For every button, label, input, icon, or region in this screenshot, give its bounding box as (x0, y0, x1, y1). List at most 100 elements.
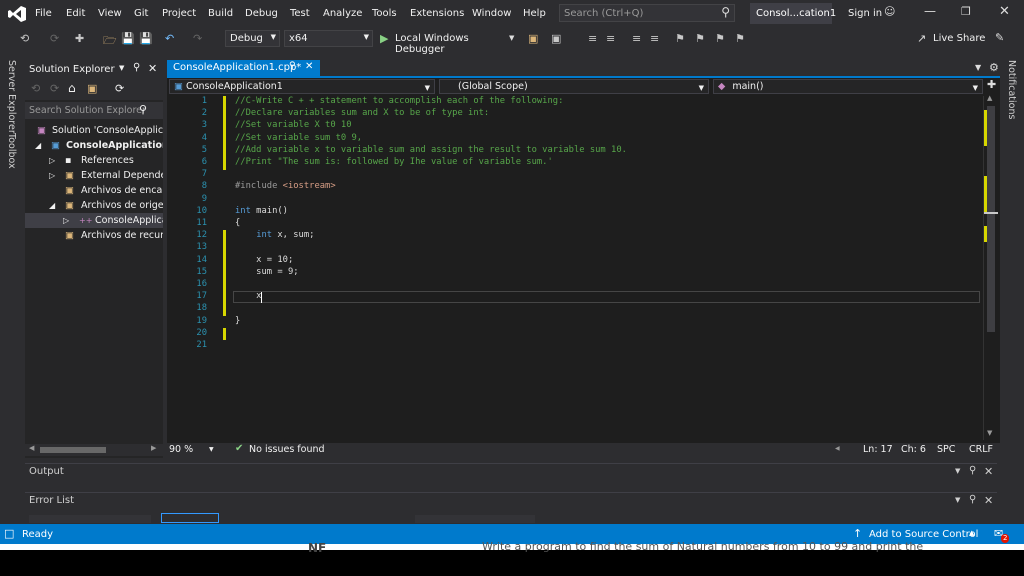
column-indicator[interactable]: Ch: 6 (901, 444, 926, 455)
settings-gear-icon[interactable]: ⚙ (989, 61, 999, 74)
sync-icon[interactable]: ⟳ (115, 82, 124, 95)
solution-search-box[interactable]: Search Solution Explorer ⚲ (25, 102, 163, 119)
open-folder-icon[interactable]: 🗁 (103, 32, 117, 51)
project-nav-dropdown[interactable]: ▣ ConsoleApplication1 ▼ (169, 79, 435, 94)
tree-item-header-files[interactable]: ▣ Archivos de encabe (25, 183, 163, 198)
pin-icon[interactable]: ⚲ (289, 61, 296, 71)
line-indicator[interactable]: Ln: 17 (863, 444, 893, 455)
scroll-down-icon[interactable]: ▼ (987, 429, 992, 437)
menu-debug[interactable]: Debug (245, 8, 278, 19)
menu-git[interactable]: Git (134, 8, 148, 19)
menu-project[interactable]: Project (162, 8, 196, 19)
function-nav-dropdown[interactable]: ◆ main() ▼ (713, 79, 983, 94)
scrollbar-thumb[interactable] (40, 447, 106, 453)
menu-help[interactable]: Help (523, 8, 546, 19)
menu-tools[interactable]: Tools (372, 8, 397, 19)
dropdown-icon[interactable]: ▼ (119, 64, 124, 72)
server-explorer-tab[interactable]: Server Explorer (6, 60, 17, 134)
split-editor-icon[interactable]: ✚ (987, 78, 996, 91)
menu-window[interactable]: Window (472, 8, 511, 19)
menu-extensions[interactable]: Extensions (410, 8, 464, 19)
bookmark-clear-icon[interactable]: ⚑ (735, 32, 745, 45)
browse-icon[interactable]: ▣ (528, 32, 538, 45)
tab-consoleapplication1-cpp[interactable]: ConsoleApplication1.cpp* ⚲ ✕ (167, 60, 320, 77)
tab-overflow-icon[interactable]: ▼ (975, 63, 981, 72)
menu-file[interactable]: File (35, 8, 52, 19)
close-icon[interactable]: ✕ (984, 494, 993, 507)
menu-edit[interactable]: Edit (66, 8, 85, 19)
toolbox-tab[interactable]: Toolbox (6, 133, 17, 169)
back-icon[interactable]: ⟲ (20, 32, 29, 45)
screenshot-icon[interactable]: ▣ (551, 32, 561, 45)
notifications-tab[interactable]: Notifications (1006, 60, 1017, 119)
bookmark-next-icon[interactable]: ⚑ (715, 32, 725, 45)
close-icon[interactable]: ✕ (148, 62, 157, 75)
configuration-dropdown[interactable]: Debug ▼ (225, 30, 280, 47)
dropdown-icon[interactable]: ▼ (955, 467, 960, 475)
tree-item-source-files[interactable]: ◢ ▣ Archivos de origen (25, 198, 163, 213)
save-icon[interactable]: 💾 (121, 32, 135, 45)
forward-icon[interactable]: ⟳ (50, 32, 59, 45)
live-share-icon[interactable]: ↗ (917, 32, 926, 45)
tree-item-resource-files[interactable]: ▣ Archivos de recurso (25, 228, 163, 243)
home-icon[interactable]: ⌂ (68, 81, 76, 95)
error-list-panel[interactable]: Error List ▼ ⚲ ✕ (25, 492, 997, 523)
error-list-scope-dropdown[interactable] (29, 515, 151, 523)
scrollbar-thumb[interactable] (987, 106, 995, 332)
whitespace-indicator[interactable]: SPC (937, 444, 955, 455)
tree-item-solution[interactable]: ▣ Solution 'ConsoleApplicat (25, 123, 163, 138)
indent-icon[interactable]: ≡ (606, 32, 615, 45)
chevron-down-icon: ▼ (363, 33, 369, 41)
search-box[interactable]: Search (Ctrl+Q) ⚲ (559, 4, 735, 22)
zoom-dropdown[interactable]: 90 % ▼ (169, 444, 217, 457)
undo-icon[interactable]: ↶ (165, 32, 174, 45)
tree-item-cpp-file[interactable]: ▷ ++ ConsoleApplica (25, 213, 163, 228)
tree-item-references[interactable]: ▷ ▪ References (25, 153, 163, 168)
platform-dropdown[interactable]: x64 ▼ (284, 30, 373, 47)
bookmark-prev-icon[interactable]: ⚑ (695, 32, 705, 45)
tree-item-project[interactable]: ◢ ▣ ConsoleApplication1 (25, 138, 163, 153)
tree-item-external-dependencies[interactable]: ▷ ▣ External Dependenc (25, 168, 163, 183)
person-icon[interactable]: ☺ (884, 5, 895, 18)
minimize-button[interactable]: — (924, 4, 936, 18)
issues-status[interactable]: No issues found (249, 444, 325, 455)
back-icon[interactable]: ⟲ (31, 82, 40, 95)
scroll-right-icon[interactable]: ◀ (835, 445, 840, 452)
scroll-up-icon[interactable]: ▲ (987, 94, 992, 102)
pin-icon[interactable]: ⚲ (133, 62, 140, 73)
uncomment-icon[interactable]: ≡ (650, 32, 659, 45)
live-share-button[interactable]: Live Share (933, 33, 985, 44)
git-icon[interactable]: ▣ (87, 82, 97, 95)
pin-icon[interactable]: ⚲ (969, 494, 976, 505)
horizontal-scrollbar[interactable]: ◀ ▶ (25, 444, 163, 456)
close-icon[interactable]: ✕ (984, 465, 993, 478)
line-ending-indicator[interactable]: CRLF (969, 444, 993, 455)
scroll-left-icon[interactable]: ◀ (29, 444, 34, 452)
vertical-scrollbar[interactable]: ▲ ▼ (983, 94, 998, 440)
close-tab-icon[interactable]: ✕ (305, 61, 313, 72)
output-panel-header[interactable]: Output ▼ ⚲ ✕ (25, 463, 997, 481)
feedback-icon[interactable]: ✎ (995, 31, 1004, 44)
error-list-search-box[interactable] (415, 515, 535, 523)
new-item-icon[interactable]: ✚ (75, 32, 84, 45)
menu-build[interactable]: Build (208, 8, 233, 19)
menu-test[interactable]: Test (290, 8, 310, 19)
step-icon[interactable]: ≡ (588, 32, 597, 45)
sign-in-link[interactable]: Sign in (848, 8, 882, 19)
pin-icon[interactable]: ⚲ (969, 465, 976, 476)
scope-nav-dropdown[interactable]: (Global Scope) ▼ (439, 79, 709, 94)
redo-icon[interactable]: ↷ (193, 32, 202, 45)
close-window-button[interactable]: ✕ (999, 4, 1010, 19)
bookmark-icon[interactable]: ⚑ (675, 32, 685, 45)
save-all-icon[interactable]: 💾 (139, 32, 153, 45)
menu-view[interactable]: View (98, 8, 122, 19)
menu-analyze[interactable]: Analyze (323, 8, 362, 19)
dropdown-icon[interactable]: ▼ (955, 496, 960, 504)
run-debugger-button[interactable]: ▶ Local Windows Debugger ▼ (378, 30, 518, 55)
scroll-right-icon[interactable]: ▶ (151, 444, 156, 452)
add-to-source-control-button[interactable]: Add to Source Control (869, 529, 978, 540)
errors-filter-button[interactable] (161, 513, 219, 523)
forward-icon[interactable]: ⟳ (50, 82, 59, 95)
restore-button[interactable]: ❐ (961, 5, 971, 18)
comment-icon[interactable]: ≡ (632, 32, 641, 45)
